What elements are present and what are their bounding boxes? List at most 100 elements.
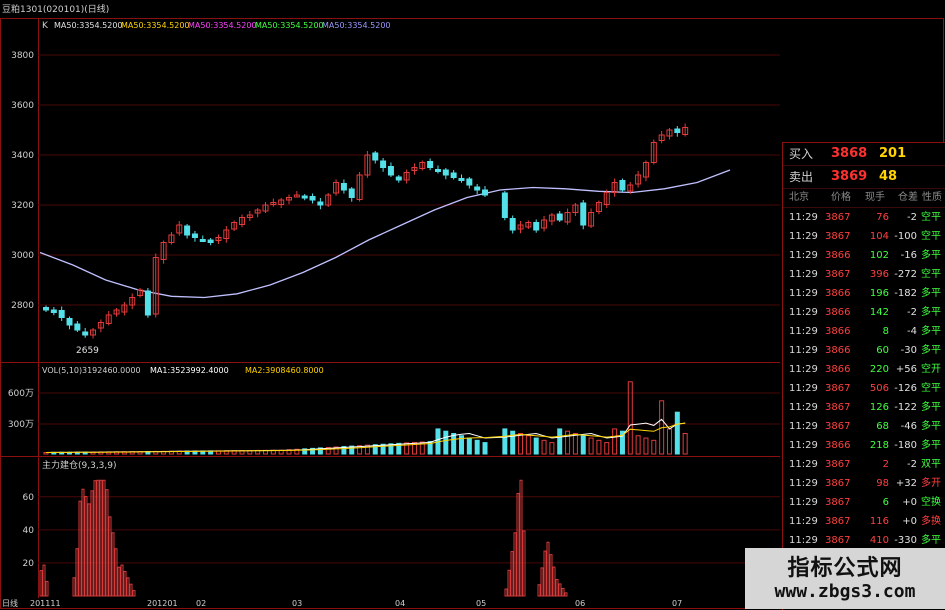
trade-price: 3867 xyxy=(825,516,851,527)
candle-body xyxy=(372,152,379,161)
trade-header: 北京 价格 现手 仓差 性质 xyxy=(783,189,945,208)
volume-bar xyxy=(466,437,472,455)
indicator-bar xyxy=(75,548,79,597)
trade-volume: 396 xyxy=(869,269,889,280)
indicator-bar xyxy=(516,492,520,597)
trade-oi-change: -2 xyxy=(907,459,917,470)
trade-row: 11:29 3866 218 -180 多平 xyxy=(783,436,945,455)
candle-body xyxy=(340,183,347,191)
trade-oi-change: -180 xyxy=(894,440,917,451)
candles xyxy=(43,123,689,339)
candle-body xyxy=(556,213,563,221)
header-volume: 现手 xyxy=(865,192,885,203)
indicator-bar xyxy=(72,577,76,597)
candle-body xyxy=(348,188,355,198)
trade-time: 11:29 xyxy=(789,288,818,299)
price-tick-label: 3400 xyxy=(11,151,34,161)
x-axis-label: 03 xyxy=(292,599,302,608)
trade-volume: 6 xyxy=(882,497,889,508)
indicator-bar xyxy=(519,479,523,597)
vol-tick-label: 600万 xyxy=(8,389,34,399)
vol-tick-label: 300万 xyxy=(8,420,34,430)
watermark-title: 指标公式网 xyxy=(787,556,903,581)
indicator-bar xyxy=(507,569,511,597)
trade-volume: 142 xyxy=(869,307,889,318)
ma-legend-item: MA50:3354.5200 xyxy=(121,21,190,30)
trade-time: 11:29 xyxy=(789,345,818,356)
trade-volume: 506 xyxy=(869,383,889,394)
trade-oi-change: -2 xyxy=(907,212,917,223)
trade-volume: 68 xyxy=(876,421,889,432)
price-tick-label: 3600 xyxy=(11,101,34,111)
volume-bar xyxy=(443,430,449,455)
price-y-ticks: 3800 3600 3400 3200 3000 2800 xyxy=(11,51,34,311)
candle-body xyxy=(450,172,457,178)
price-tick-label: 3800 xyxy=(11,51,34,61)
trade-oi-change: -2 xyxy=(907,307,917,318)
x-axis-label: 06 xyxy=(575,599,585,608)
volume-bar xyxy=(482,442,488,455)
volume-bar xyxy=(674,411,680,455)
indicator-bar xyxy=(561,587,565,597)
trade-row: 11:29 3867 6 +0 空换 xyxy=(783,493,945,512)
ma-legend-item: MA50:3354.5200 xyxy=(322,21,391,30)
trade-nature: 多平 xyxy=(921,402,941,413)
volume-bar xyxy=(635,435,641,455)
x-axis-label: 04 xyxy=(395,599,405,608)
candle-body xyxy=(501,192,508,218)
trade-row: 11:29 3867 116 +0 多换 xyxy=(783,512,945,531)
indicator-bars xyxy=(39,479,568,597)
volume-bar xyxy=(525,435,531,455)
candle-body xyxy=(458,178,465,181)
candle-body xyxy=(66,318,73,326)
trade-nature: 多平 xyxy=(921,421,941,432)
sell-price: 3869 xyxy=(831,169,868,184)
trade-row: 11:29 3867 506 -126 空平 xyxy=(783,379,945,398)
header-nature: 性质 xyxy=(922,192,942,203)
candle-body xyxy=(395,176,402,181)
trade-price: 3867 xyxy=(825,383,851,394)
indicator-bar xyxy=(564,592,568,597)
chart-title: 豆粕1301(020101)(日线) xyxy=(2,3,109,15)
trade-volume: 126 xyxy=(869,402,889,413)
volume-bar xyxy=(596,439,602,455)
volume-bar xyxy=(518,432,524,455)
candle-body xyxy=(43,307,49,311)
volume-bar xyxy=(549,442,555,455)
candle-body xyxy=(380,160,387,168)
trade-row: 11:29 3867 98 +32 多开 xyxy=(783,474,945,493)
trade-oi-change: -272 xyxy=(894,269,917,280)
volume-bar xyxy=(666,428,672,455)
volume-bar xyxy=(533,437,539,455)
volume-bar xyxy=(588,437,594,455)
volume-bar xyxy=(541,439,547,455)
indicator-bar xyxy=(108,516,112,597)
candle-body xyxy=(674,128,681,133)
indicator-bar xyxy=(522,530,526,597)
trade-time: 11:29 xyxy=(789,364,818,375)
candle-body xyxy=(191,233,198,238)
trade-row: 11:29 3867 126 -122 多平 xyxy=(783,398,945,417)
indicator-bar xyxy=(93,480,97,597)
vol-legend-item: 3192460.0000 xyxy=(82,366,141,375)
price-tick-label: 3200 xyxy=(11,201,34,211)
indicator-bar xyxy=(90,490,94,597)
trade-volume: 76 xyxy=(876,212,889,223)
candle-body xyxy=(184,225,191,236)
ma-legend-item: MA50:3354.5200 xyxy=(255,21,324,30)
indicator-bar xyxy=(117,566,121,597)
indicator-bar xyxy=(513,532,517,597)
candle-body xyxy=(199,239,206,242)
trade-row: 11:29 3866 102 -16 多平 xyxy=(783,246,945,265)
candle-body xyxy=(58,310,65,318)
trade-list[interactable]: 11:29 3867 76 -2 空平 11:29 3867 104 -100 空平 11:29 38… xyxy=(783,208,945,588)
trade-price: 3866 xyxy=(825,288,851,299)
volume-bar xyxy=(604,442,610,455)
trade-oi-change: -100 xyxy=(894,231,917,242)
candle-body xyxy=(74,323,81,331)
candle-body xyxy=(301,195,308,199)
trade-row: 11:29 3866 196 -182 多平 xyxy=(783,284,945,303)
trade-oi-change: -30 xyxy=(900,345,917,356)
trade-nature: 多平 xyxy=(921,307,941,318)
indicator-bar xyxy=(132,590,136,597)
